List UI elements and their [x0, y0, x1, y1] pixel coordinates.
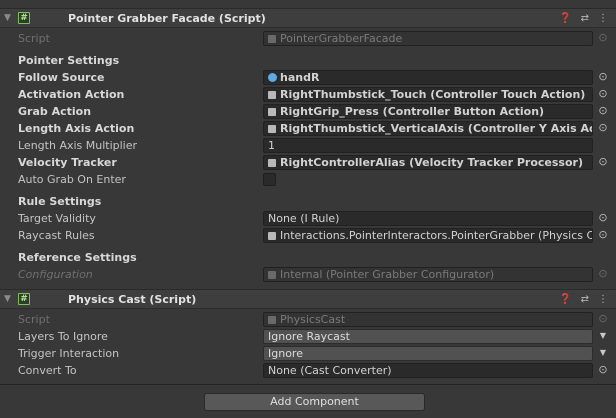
presets-icon[interactable]: ⇄ [581, 13, 589, 24]
asset-icon [268, 232, 276, 240]
inspector-panel: ▼ # Pointer Grabber Facade (Script) ❓ ⇄ ⋮ … [0, 0, 616, 418]
layers-to-ignore-dropdown[interactable]: Ignore Raycast [263, 329, 593, 344]
script-icon: # [18, 12, 30, 24]
raycast-rules-field[interactable]: Interactions.PointerInteractors.PointerG… [263, 228, 593, 243]
field-label: Auto Grab On Enter [18, 173, 126, 186]
fold-arrow-icon[interactable]: ▼ [4, 13, 14, 23]
script-asset-icon [268, 316, 276, 324]
component-header-physics-cast[interactable]: ▼ # Physics Cast (Script) ❓ ⇄ ⋮ [0, 289, 616, 309]
script-row: Script PointerGrabberFacade ⊙ [0, 30, 616, 47]
field-label: Target Validity [18, 212, 96, 225]
object-picker-icon[interactable]: ⊙ [597, 156, 609, 168]
field-label: Convert To [18, 364, 77, 377]
chevron-down-icon[interactable]: ▼ [597, 347, 609, 359]
object-picker-icon: ⊙ [598, 267, 608, 280]
object-picker-icon: ⊙ [598, 31, 608, 44]
convert-to-field[interactable]: None (Cast Converter) [263, 363, 593, 378]
chevron-down-icon[interactable]: ▼ [597, 330, 609, 342]
field-label: Activation Action [18, 88, 125, 101]
trigger-interaction-dropdown[interactable]: Ignore [263, 346, 593, 361]
divider [0, 384, 616, 385]
component-header-pointer-grabber-facade[interactable]: ▼ # Pointer Grabber Facade (Script) ❓ ⇄ ⋮ [0, 8, 616, 28]
kebab-menu-icon[interactable]: ⋮ [598, 294, 608, 305]
help-icon[interactable]: ❓ [559, 294, 571, 305]
field-label: Configuration [18, 268, 93, 281]
velocity-tracker-row: Velocity Tracker RightControllerAlias (V… [0, 154, 616, 171]
target-validity-row: Target Validity None (I Rule) ⊙ [0, 210, 616, 227]
object-picker-icon[interactable]: ⊙ [597, 229, 609, 241]
presets-icon[interactable]: ⇄ [581, 294, 589, 305]
convert-to-row: Convert To None (Cast Converter) ⊙ [0, 362, 616, 379]
activation-action-row: Activation Action RightThumbstick_Touch … [0, 86, 616, 103]
length-axis-action-row: Length Axis Action RightThumbstick_Verti… [0, 120, 616, 137]
asset-icon [268, 271, 276, 279]
script-label: Script [18, 313, 50, 326]
script-label: Script [18, 32, 50, 45]
script-field: PhysicsCast [263, 312, 593, 327]
component-title: Physics Cast (Script) [68, 293, 197, 306]
section-header: Rule Settings [18, 195, 102, 208]
auto-grab-on-enter-row: Auto Grab On Enter [0, 171, 616, 188]
asset-icon [268, 159, 276, 167]
object-picker-icon[interactable]: ⊙ [597, 71, 609, 83]
field-label: Trigger Interaction [18, 347, 120, 360]
grab-action-field[interactable]: RightGrip_Press (Controller Button Actio… [263, 104, 593, 119]
field-label: Layers To Ignore [18, 330, 108, 343]
script-asset-icon [268, 35, 276, 43]
follow-source-row: Follow Source handR ⊙ [0, 69, 616, 86]
field-label: Grab Action [18, 105, 92, 118]
gameobject-icon [268, 73, 277, 82]
field-label: Length Axis Multiplier [18, 139, 138, 152]
component-title: Pointer Grabber Facade (Script) [68, 12, 266, 25]
layers-to-ignore-row: Layers To Ignore Ignore Raycast ▼ [0, 328, 616, 345]
object-picker-icon[interactable]: ⊙ [597, 88, 609, 100]
object-picker-icon[interactable]: ⊙ [597, 105, 609, 117]
configuration-field: Internal (Pointer Grabber Configurator) [263, 267, 593, 282]
object-picker-icon: ⊙ [598, 312, 608, 325]
asset-icon [268, 91, 276, 99]
activation-action-field[interactable]: RightThumbstick_Touch (Controller Touch … [263, 87, 593, 102]
field-label: Raycast Rules [18, 229, 95, 242]
follow-source-field[interactable]: handR [263, 70, 593, 85]
grab-action-row: Grab Action RightGrip_Press (Controller … [0, 103, 616, 120]
length-axis-multiplier-row: Length Axis Multiplier 1 [0, 137, 616, 154]
length-axis-action-field[interactable]: RightThumbstick_VerticalAxis (Controller… [263, 121, 593, 136]
velocity-tracker-field[interactable]: RightControllerAlias (Velocity Tracker P… [263, 155, 593, 170]
asset-icon [268, 108, 276, 116]
raycast-rules-row: Raycast Rules Interactions.PointerIntera… [0, 227, 616, 244]
field-label: Length Axis Action [18, 122, 135, 135]
asset-icon [268, 125, 276, 133]
configuration-row: Configuration Internal (Pointer Grabber … [0, 266, 616, 283]
trigger-interaction-row: Trigger Interaction Ignore ▼ [0, 345, 616, 362]
kebab-menu-icon[interactable]: ⋮ [598, 13, 608, 24]
auto-grab-checkbox[interactable] [263, 173, 276, 186]
fold-arrow-icon[interactable]: ▼ [4, 294, 14, 304]
length-axis-multiplier-input[interactable]: 1 [263, 138, 593, 153]
section-header: Pointer Settings [18, 54, 120, 67]
field-label: Velocity Tracker [18, 156, 117, 169]
help-icon[interactable]: ❓ [559, 13, 571, 24]
object-picker-icon[interactable]: ⊙ [597, 364, 609, 376]
add-component-button[interactable]: Add Component [204, 393, 425, 411]
section-header: Reference Settings [18, 251, 137, 264]
field-label: Follow Source [18, 71, 105, 84]
object-picker-icon[interactable]: ⊙ [597, 212, 609, 224]
script-field: PointerGrabberFacade [263, 31, 593, 46]
object-picker-icon[interactable]: ⊙ [597, 122, 609, 134]
script-icon: # [18, 293, 30, 305]
script-row: Script PhysicsCast ⊙ [0, 311, 616, 328]
target-validity-field[interactable]: None (I Rule) [263, 211, 593, 226]
